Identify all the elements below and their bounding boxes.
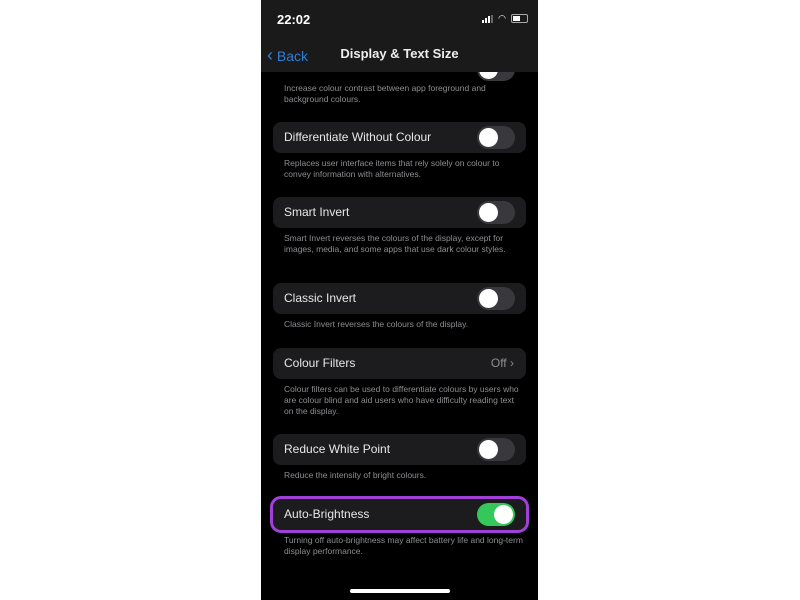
row-reduce-white-point[interactable]: Reduce White Point xyxy=(273,434,526,465)
row-description: Reduce the intensity of bright colours. xyxy=(284,470,427,480)
row-label: Smart Invert xyxy=(284,205,350,219)
wifi-icon: ◠ xyxy=(498,13,506,23)
row-classic-invert[interactable]: Classic Invert xyxy=(273,283,526,314)
row-description: Replaces user interface items that rely … xyxy=(284,158,500,179)
row-differentiate-without-colour[interactable]: Differentiate Without Colour xyxy=(273,122,526,153)
smart-invert-toggle[interactable] xyxy=(477,201,515,224)
nav-bar: ‹ Back Display & Text Size xyxy=(261,40,538,72)
row-label: Classic Invert xyxy=(284,291,357,305)
colour-filters-value: Off xyxy=(490,356,507,370)
chevron-right-icon: › xyxy=(510,356,514,370)
phone-screen: Increase colour contrast between app for… xyxy=(261,0,538,600)
row-colour-filters[interactable]: Colour Filters Off › xyxy=(273,348,526,379)
auto-brightness-toggle[interactable] xyxy=(477,503,515,526)
battery-icon xyxy=(511,14,528,23)
signal-icon xyxy=(482,14,494,23)
row-smart-invert[interactable]: Smart Invert xyxy=(273,197,526,228)
row-description: Smart Invert reverses the colours of the… xyxy=(284,233,506,254)
home-indicator[interactable] xyxy=(350,589,450,593)
row-auto-brightness[interactable]: Auto-Brightness xyxy=(270,496,529,533)
page-title: Display & Text Size xyxy=(340,46,459,61)
status-bar: 22:02 ◠ xyxy=(261,0,538,40)
status-time: 22:02 xyxy=(277,12,311,27)
row-description: Colour filters can be used to differenti… xyxy=(284,384,519,416)
row-label: Reduce White Point xyxy=(284,442,391,456)
row-description: Turning off auto-brightness may affect b… xyxy=(284,535,523,556)
differentiate-toggle[interactable] xyxy=(477,126,515,149)
row-label: Auto-Brightness xyxy=(284,507,370,521)
row-label: Differentiate Without Colour xyxy=(284,130,432,144)
increase-contrast-description: Increase colour contrast between app for… xyxy=(284,83,486,104)
row-description: Classic Invert reverses the colours of t… xyxy=(284,319,469,329)
reduce-white-point-toggle[interactable] xyxy=(477,438,515,461)
classic-invert-toggle[interactable] xyxy=(477,287,515,310)
row-label: Colour Filters xyxy=(284,356,356,370)
